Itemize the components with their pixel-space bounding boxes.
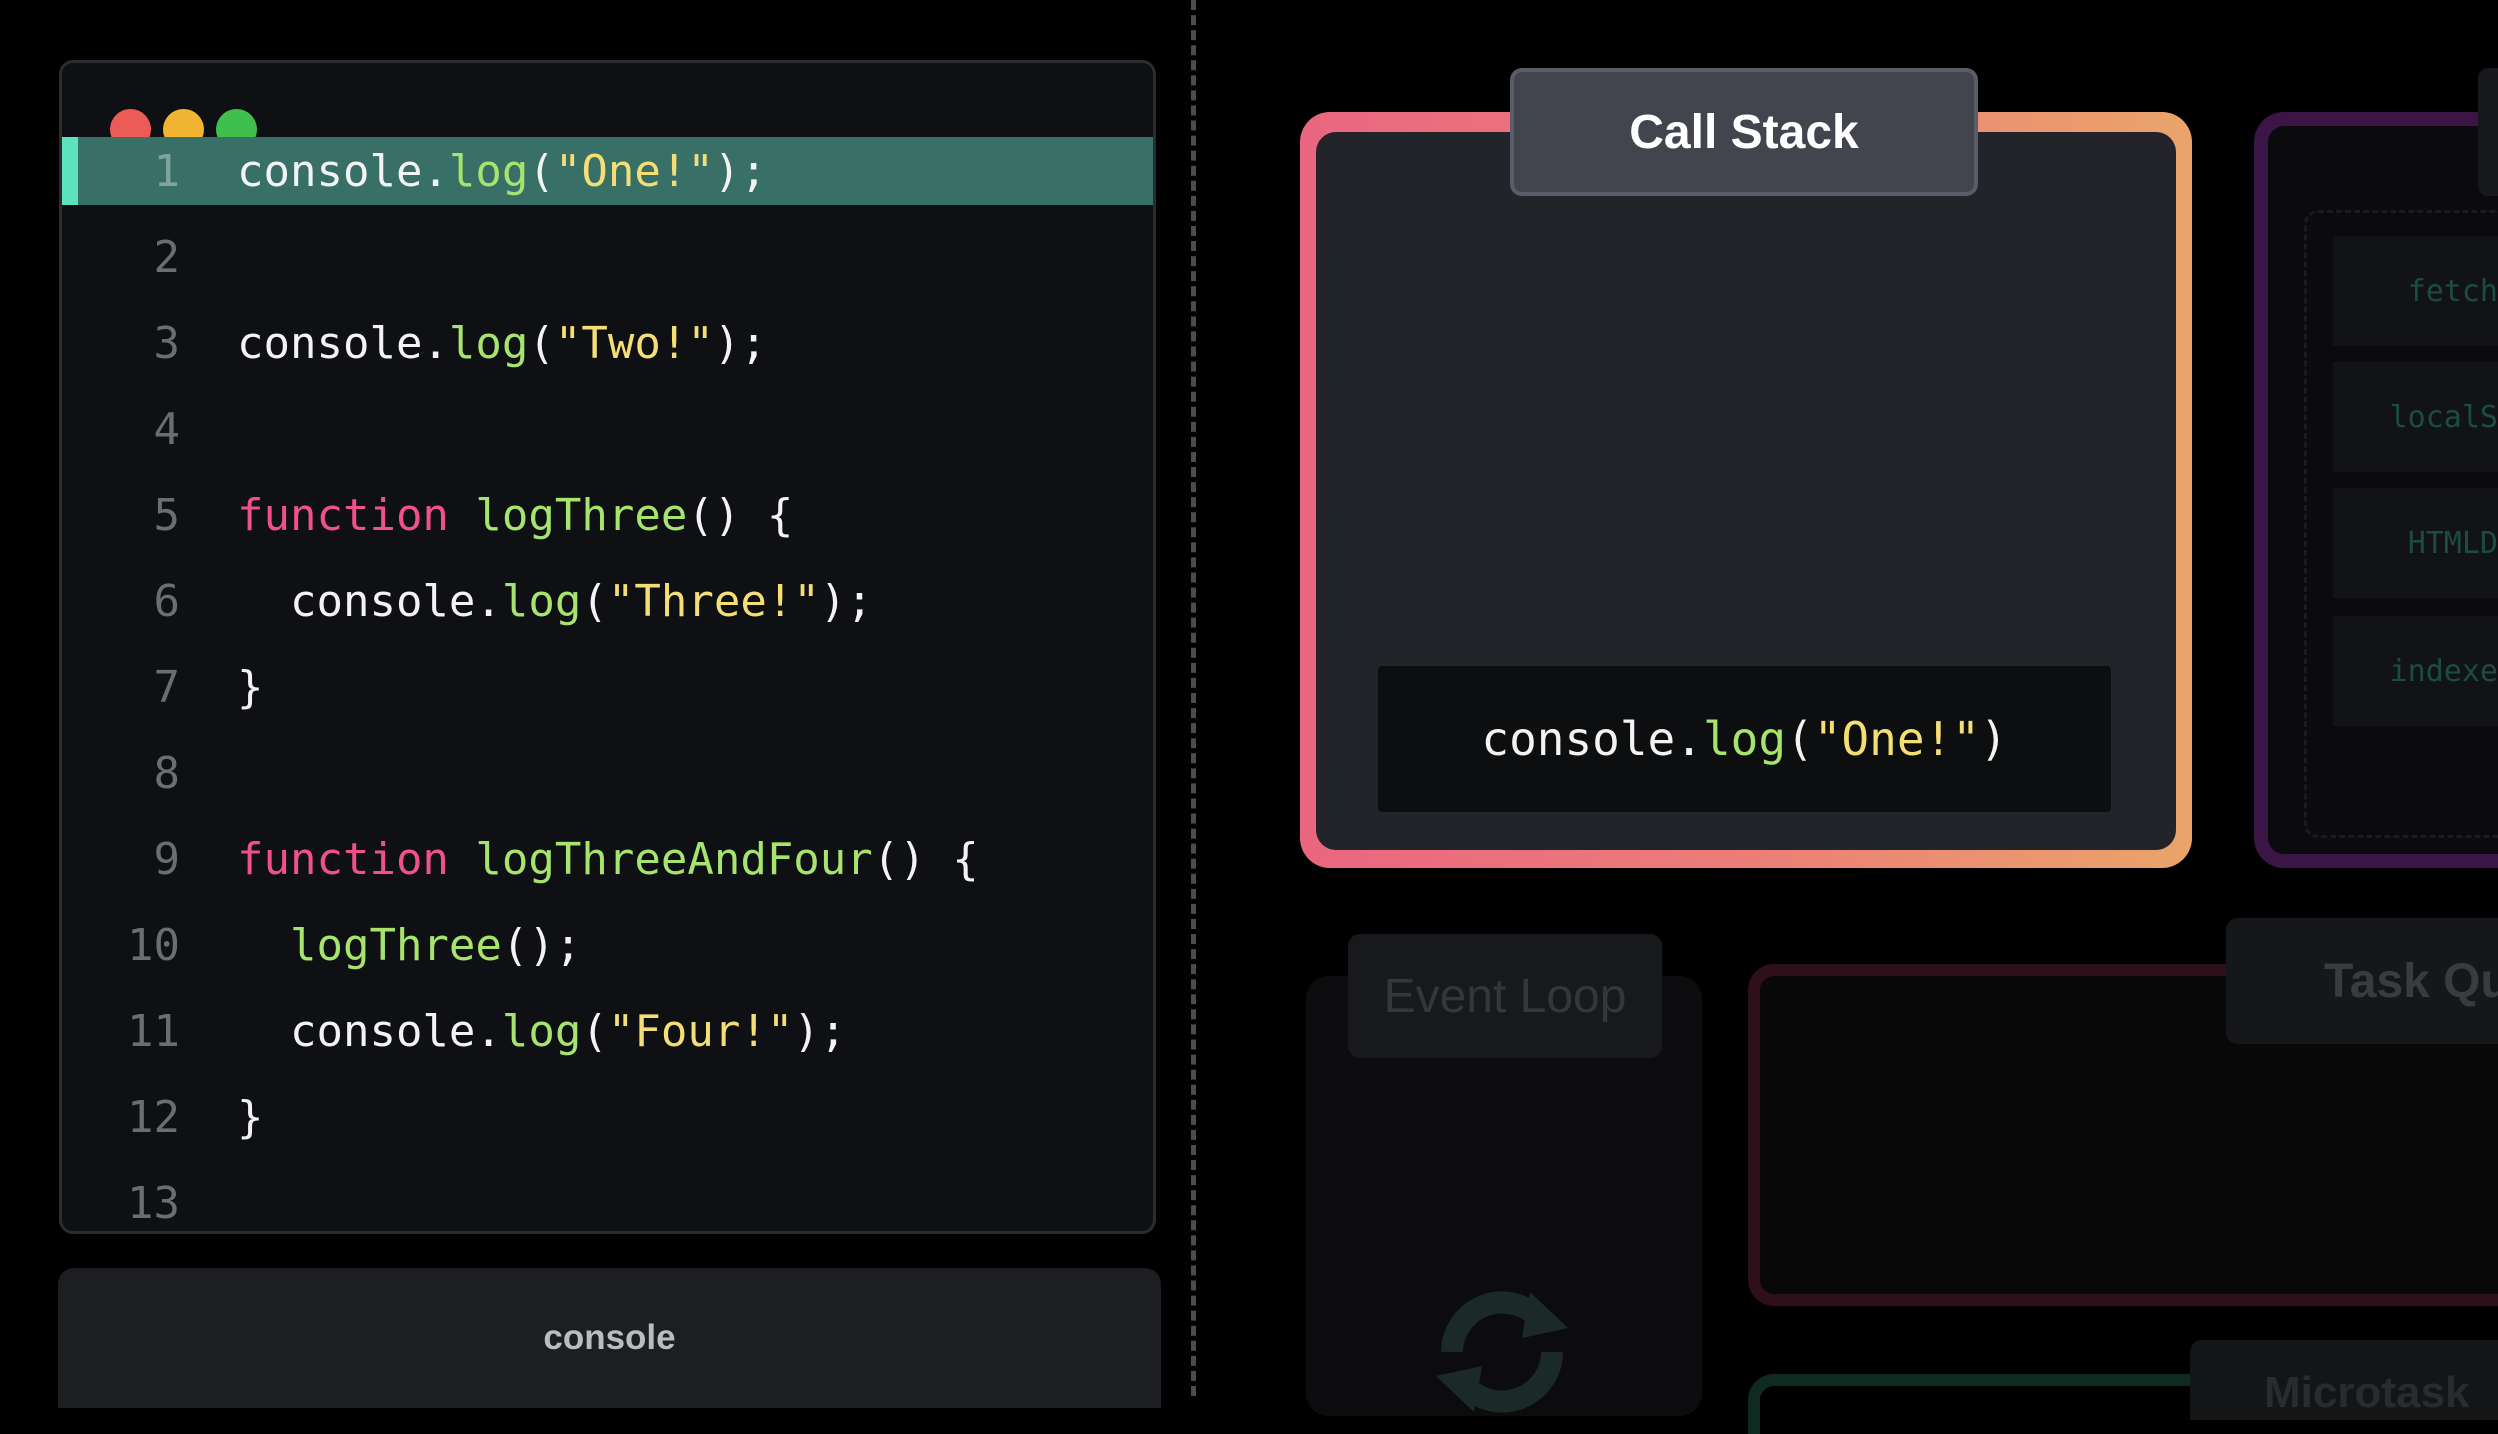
line-number: 8: [153, 747, 181, 799]
microtask-queue-title: Microtask: [2190, 1340, 2498, 1420]
code-token: ): [1979, 712, 2008, 766]
web-api-item-localstorage: localS: [2333, 362, 2498, 472]
code-line[interactable]: 6 console.log("Three!");: [62, 567, 1153, 635]
code-token: );: [713, 145, 767, 197]
code-token: "Four!": [607, 1005, 794, 1057]
console-label: console: [543, 1318, 676, 1357]
code-token: (: [1786, 712, 1814, 766]
code-line[interactable]: 9 function logThreeAndFour() {: [62, 825, 1153, 893]
code-token: log: [501, 575, 582, 627]
code-token: function: [237, 489, 449, 541]
line-code: function logThreeAndFour() {: [237, 834, 979, 885]
code-token: );: [819, 575, 873, 627]
code-token: (: [528, 145, 555, 197]
line-code: function logThree() {: [237, 490, 793, 541]
line-number: 1: [153, 145, 181, 197]
line-number: 6: [153, 575, 181, 627]
code-token: );: [793, 1005, 847, 1057]
dashed-divider: [1191, 0, 1196, 1396]
line-code: }: [237, 662, 264, 713]
web-api-item-indexeddb: indexe: [2333, 616, 2498, 726]
code-line-active[interactable]: 1 console.log("One!");: [62, 137, 1153, 205]
code-token: console.: [1481, 712, 1703, 766]
line-code: console.log("Four!");: [237, 1006, 846, 1057]
console-panel: console: [58, 1268, 1161, 1408]
code-token: (: [581, 1005, 608, 1057]
code-token: log: [1702, 712, 1787, 766]
code-token: log: [448, 317, 529, 369]
line-code: }: [237, 1092, 264, 1143]
line-number: 5: [153, 489, 181, 541]
line-code: console.log("Two!");: [237, 318, 767, 369]
code-line[interactable]: 8: [62, 739, 1153, 807]
code-token: function: [237, 833, 449, 885]
line-number: 13: [127, 1177, 180, 1229]
code-token: }: [237, 661, 264, 713]
event-loop-title: Event Loop: [1348, 934, 1662, 1058]
code-token: console.: [237, 575, 502, 627]
code-token: () {: [872, 833, 979, 885]
task-queue-title: Task Qu: [2226, 918, 2498, 1044]
line-code: console.log("One!");: [237, 146, 767, 197]
code-token: log: [501, 1005, 582, 1057]
call-stack-frame: console. log("One!"): [1378, 666, 2111, 812]
code-token: console.: [237, 145, 449, 197]
code-token: );: [713, 317, 767, 369]
code-line[interactable]: 2: [62, 223, 1153, 291]
code-token: ();: [501, 919, 582, 971]
line-code: logThree();: [237, 920, 581, 971]
code-token: }: [237, 1091, 264, 1143]
code-line[interactable]: 7}: [62, 653, 1153, 721]
code-line[interactable]: 10 logThree();: [62, 911, 1153, 979]
code-line[interactable]: 3 console.log("Two!");: [62, 309, 1153, 377]
code-token: (: [528, 317, 555, 369]
line-number: 10: [127, 919, 180, 971]
line-number: 7: [153, 661, 181, 713]
code-token: "Three!": [607, 575, 820, 627]
line-number: 12: [127, 1091, 180, 1143]
line-number: 4: [153, 403, 181, 455]
code-line[interactable]: 13: [62, 1169, 1153, 1231]
web-api-item-html-dom: HTMLD: [2333, 488, 2498, 598]
code-token: "One!": [1813, 712, 1980, 766]
call-stack-title: Call Stack: [1510, 68, 1978, 196]
line-number: 2: [153, 231, 181, 283]
code-line[interactable]: 11 console.log("Four!");: [62, 997, 1153, 1065]
code-token: (: [581, 575, 608, 627]
code-token: logThreeAndFour: [475, 833, 873, 885]
code-token: "One!": [554, 145, 714, 197]
code-token: log: [448, 145, 529, 197]
code-line[interactable]: 12}: [62, 1083, 1153, 1151]
code-line[interactable]: 4: [62, 395, 1153, 463]
current-line-marker: [62, 137, 78, 205]
code-line[interactable]: 5 function logThree() {: [62, 481, 1153, 549]
line-number: 9: [153, 833, 181, 885]
code-token: logThree: [475, 489, 688, 541]
code-editor: 1 console.log("One!"); 2 3 console.log("Two!…: [59, 60, 1156, 1234]
code-token: () {: [687, 489, 794, 541]
line-number: 11: [127, 1005, 180, 1057]
line-code: console.log("Three!");: [237, 576, 873, 627]
line-number: 3: [153, 317, 181, 369]
code-token: console.: [237, 1005, 502, 1057]
code-token: "Two!": [554, 317, 714, 369]
code-token: logThree: [289, 919, 502, 971]
web-apis-title-tab: [2478, 68, 2498, 196]
refresh-loop-icon: [1436, 1291, 1568, 1413]
code-token: console.: [237, 317, 449, 369]
web-api-item-fetch: fetch: [2333, 236, 2498, 346]
